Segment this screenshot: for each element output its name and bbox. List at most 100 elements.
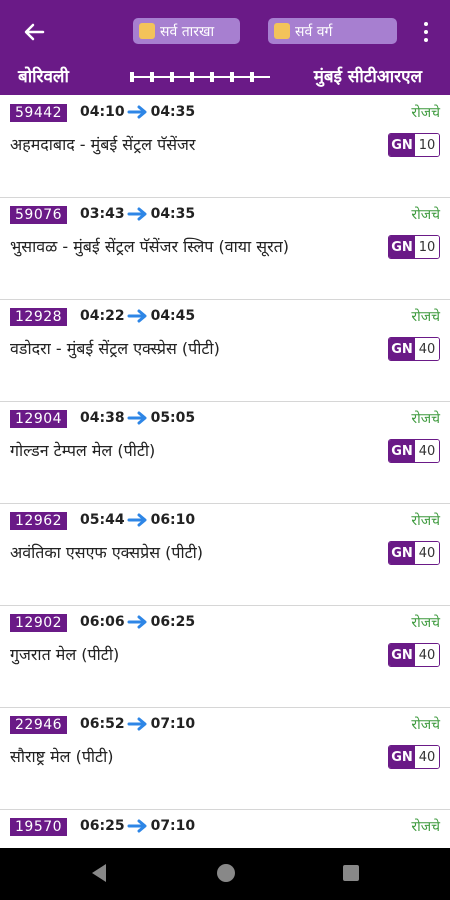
seat-icon	[274, 23, 290, 39]
train-card[interactable]: 19570 06:25 07:10 रोजचे	[0, 809, 450, 848]
arrow-right-icon	[127, 309, 147, 323]
train-number: 12904	[10, 410, 68, 428]
train-number: 12902	[10, 614, 68, 632]
system-nav-bar	[0, 848, 450, 900]
train-card[interactable]: 12962 05:44 06:10 रोजचे अवंतिका एसएफ एक्…	[0, 503, 450, 606]
train-times: 03:43 04:35	[80, 205, 195, 223]
class-badge: GN 40	[388, 745, 440, 769]
class-badge: GN 40	[388, 337, 440, 361]
all-classes-label: सर्व वर्ग	[295, 23, 333, 40]
more-vert-icon	[424, 22, 428, 26]
frequency: रोजचे	[411, 411, 440, 427]
frequency: रोजचे	[411, 105, 440, 121]
train-name: गोल्डन टेम्पल मेल (पीटी)	[10, 441, 156, 460]
all-classes-filter[interactable]: सर्व वर्ग	[268, 18, 397, 44]
train-name: अहमदाबाद - मुंबई सेंट्रल पॅसेंजर	[10, 135, 196, 154]
app-header: सर्व तारखा सर्व वर्ग बोरिवली मुंबई सीटीआ…	[0, 0, 450, 95]
frequency: रोजचे	[411, 819, 440, 835]
class-count: 10	[415, 134, 439, 156]
arrow-left-icon	[24, 23, 45, 41]
frequency: रोजचे	[411, 513, 440, 529]
train-name: सौराष्ट्र मेल (पीटी)	[10, 747, 114, 766]
class-badge: GN 10	[388, 133, 440, 157]
departure-time: 03:43	[80, 206, 125, 222]
class-count: 40	[415, 746, 439, 768]
nav-back-icon[interactable]	[92, 864, 106, 882]
train-card[interactable]: 12928 04:22 04:45 रोजचे वडोदरा - मुंबई स…	[0, 299, 450, 402]
arrival-time: 04:45	[150, 308, 196, 324]
arrow-right-icon	[127, 819, 147, 833]
class-count: 40	[415, 542, 439, 564]
class-code: GN	[389, 134, 415, 156]
arrow-right-icon	[127, 207, 147, 221]
train-number: 59442	[10, 104, 68, 122]
class-count: 40	[415, 338, 439, 360]
arrow-right-icon	[127, 717, 147, 731]
class-code: GN	[389, 440, 415, 462]
train-card[interactable]: 12902 06:06 06:25 रोजचे गुजरात मेल (पीटी…	[0, 605, 450, 708]
train-times: 06:52 07:10	[80, 715, 195, 733]
departure-time: 04:22	[80, 308, 125, 324]
nav-home-icon[interactable]	[217, 864, 235, 882]
nav-recent-icon[interactable]	[343, 865, 359, 881]
train-times: 04:38 05:05	[80, 409, 195, 427]
train-times: 06:25 07:10	[80, 817, 195, 835]
departure-time: 04:38	[80, 410, 125, 426]
train-number: 12928	[10, 308, 68, 326]
more-menu-button[interactable]	[417, 18, 435, 46]
arrival-time: 07:10	[150, 716, 196, 732]
train-name: गुजरात मेल (पीटी)	[10, 645, 120, 664]
train-times: 05:44 06:10	[80, 511, 195, 529]
class-badge: GN 10	[388, 235, 440, 259]
frequency: रोजचे	[411, 207, 440, 223]
train-card[interactable]: 12904 04:38 05:05 रोजचे गोल्डन टेम्पल मे…	[0, 401, 450, 504]
class-count: 40	[415, 644, 439, 666]
class-code: GN	[389, 236, 415, 258]
arrow-right-icon	[127, 615, 147, 629]
train-card[interactable]: 59442 04:10 04:35 रोजचे अहमदाबाद - मुंबई…	[0, 95, 450, 198]
train-list: 59442 04:10 04:35 रोजचे अहमदाबाद - मुंबई…	[0, 95, 450, 848]
arrival-time: 04:35	[150, 104, 196, 120]
frequency: रोजचे	[411, 615, 440, 631]
class-count: 10	[415, 236, 439, 258]
arrow-right-icon	[127, 513, 147, 527]
train-card[interactable]: 22946 06:52 07:10 रोजचे सौराष्ट्र मेल (प…	[0, 707, 450, 810]
arrival-time: 06:10	[150, 512, 196, 528]
train-name: वडोदरा - मुंबई सेंट्रल एक्स्प्रेस (पीटी)	[10, 339, 220, 358]
rail-track-icon	[130, 72, 270, 82]
frequency: रोजचे	[411, 309, 440, 325]
train-name: भुसावळ - मुंबई सेंट्रल पॅसेंजर स्लिप (वा…	[10, 237, 289, 256]
arrival-time: 04:35	[150, 206, 196, 222]
arrival-time: 07:10	[150, 818, 196, 834]
class-badge: GN 40	[388, 643, 440, 667]
all-dates-label: सर्व तारखा	[160, 23, 215, 40]
train-name: अवंतिका एसएफ एक्सप्रेस (पीटी)	[10, 543, 204, 562]
train-card[interactable]: 59076 03:43 04:35 रोजचे भुसावळ - मुंबई स…	[0, 197, 450, 300]
departure-time: 05:44	[80, 512, 125, 528]
all-dates-filter[interactable]: सर्व तारखा	[133, 18, 240, 44]
class-code: GN	[389, 644, 415, 666]
class-count: 40	[415, 440, 439, 462]
departure-time: 06:52	[80, 716, 125, 732]
train-times: 04:22 04:45	[80, 307, 195, 325]
train-number: 59076	[10, 206, 68, 224]
route-bar: बोरिवली मुंबई सीटीआरएल	[0, 62, 450, 90]
class-badge: GN 40	[388, 541, 440, 565]
arrival-time: 05:05	[150, 410, 196, 426]
train-times: 06:06 06:25	[80, 613, 195, 631]
arrow-right-icon	[127, 411, 147, 425]
class-code: GN	[389, 746, 415, 768]
to-station: मुंबई सीटीआरएल	[313, 67, 422, 87]
train-number: 12962	[10, 512, 68, 530]
class-code: GN	[389, 542, 415, 564]
frequency: रोजचे	[411, 717, 440, 733]
back-button[interactable]	[18, 16, 50, 48]
train-times: 04:10 04:35	[80, 103, 195, 121]
class-badge: GN 40	[388, 439, 440, 463]
class-code: GN	[389, 338, 415, 360]
train-number: 19570	[10, 818, 68, 836]
arrival-time: 06:25	[150, 614, 196, 630]
train-number: 22946	[10, 716, 68, 734]
arrow-right-icon	[127, 105, 147, 119]
from-station: बोरिवली	[18, 67, 69, 87]
